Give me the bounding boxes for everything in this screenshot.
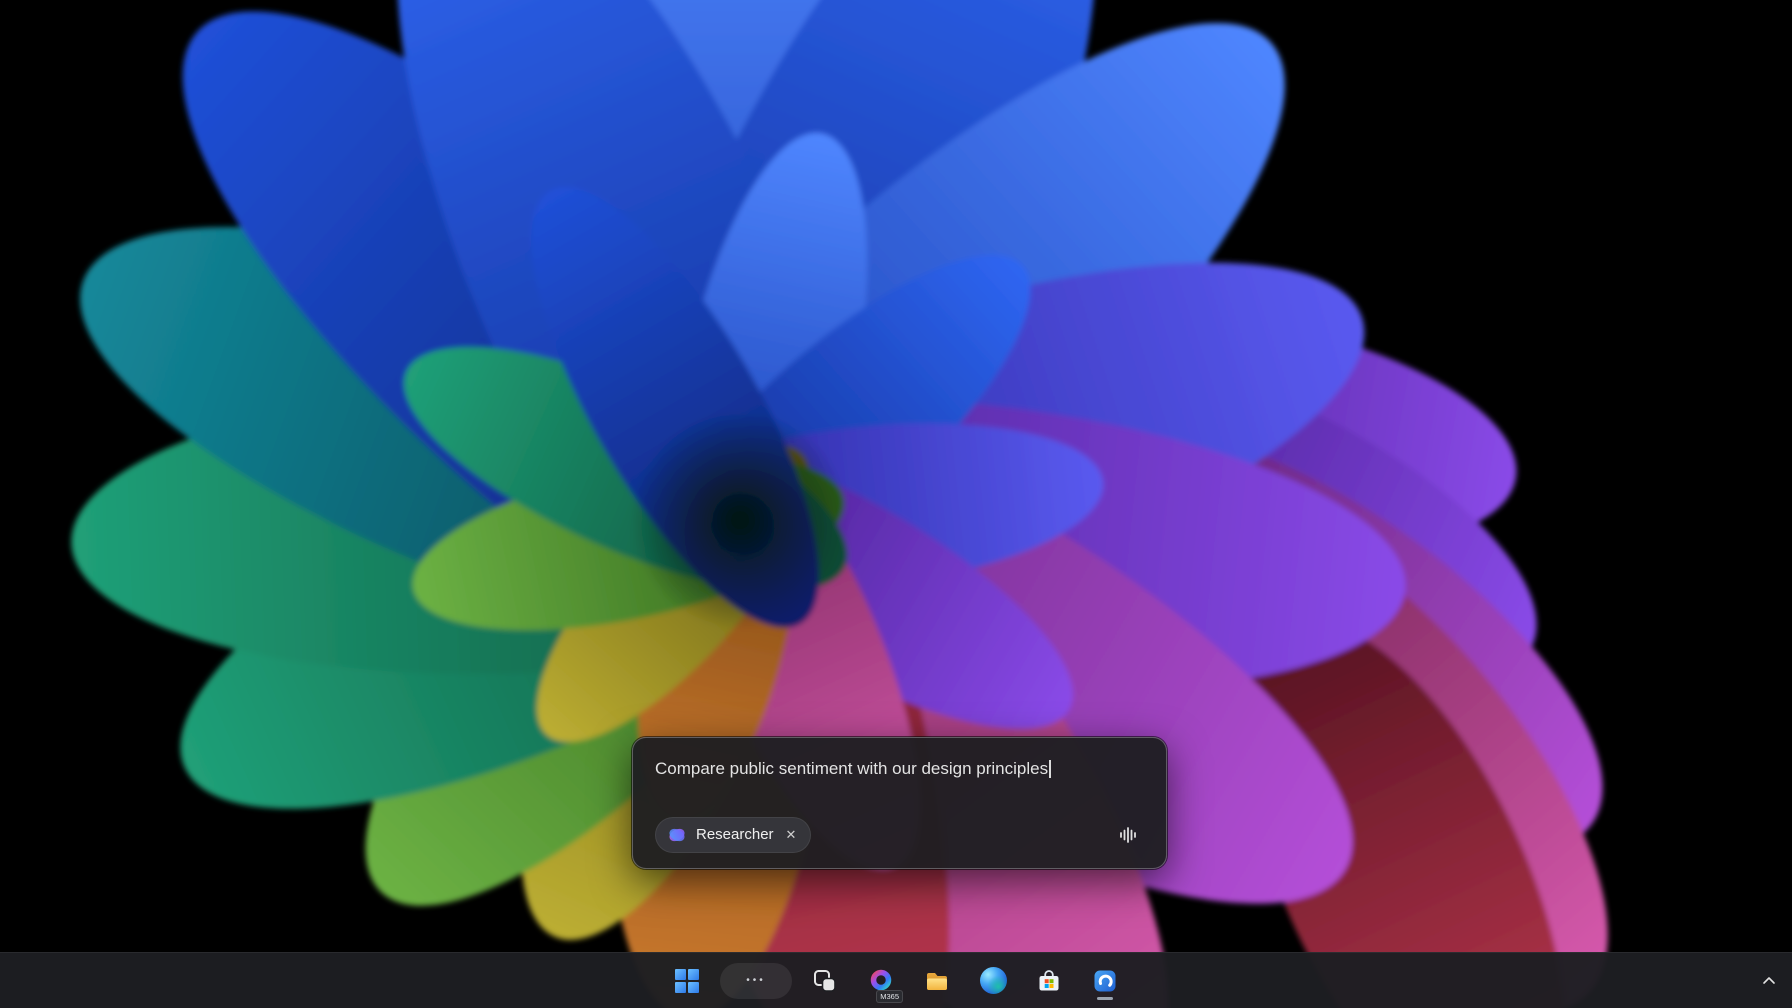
start-button[interactable]	[664, 959, 710, 1003]
task-view-icon	[812, 968, 838, 994]
taskbar: •••	[0, 952, 1792, 1008]
copilot-prompt-box: Compare public sentiment with our design…	[632, 737, 1167, 869]
task-view-button[interactable]	[802, 959, 848, 1003]
desktop: Compare public sentiment with our design…	[0, 0, 1792, 1008]
researcher-chip[interactable]: Researcher ✕	[655, 817, 811, 853]
windows-start-icon	[675, 969, 699, 993]
store-icon	[1036, 968, 1062, 994]
taskbar-overflow-button[interactable]: •••	[720, 963, 792, 999]
chip-close-icon[interactable]: ✕	[786, 827, 797, 843]
m365-badge: M365	[876, 990, 903, 1003]
chevron-up-icon	[1762, 976, 1776, 985]
ellipsis-icon: •••	[746, 975, 766, 986]
edge-icon	[980, 967, 1007, 994]
folder-icon	[924, 968, 950, 994]
researcher-agent-icon	[667, 825, 687, 845]
text-caret	[1049, 760, 1051, 778]
voice-waveform-icon[interactable]	[1112, 819, 1144, 851]
system-tray	[1754, 953, 1784, 1008]
prompt-input-text: Compare public sentiment with our design…	[655, 759, 1048, 778]
running-app-indicator	[1097, 997, 1113, 1000]
show-hidden-icons-button[interactable]	[1754, 966, 1784, 996]
file-explorer-button[interactable]	[914, 959, 960, 1003]
copilot-app-button[interactable]	[1082, 959, 1128, 1003]
m365-copilot-button[interactable]: M365	[858, 959, 904, 1003]
copilot-app-icon	[1092, 968, 1118, 994]
prompt-input[interactable]: Compare public sentiment with our design…	[655, 758, 1144, 780]
store-button[interactable]	[1026, 959, 1072, 1003]
edge-button[interactable]	[970, 959, 1016, 1003]
researcher-chip-label: Researcher	[696, 826, 774, 844]
